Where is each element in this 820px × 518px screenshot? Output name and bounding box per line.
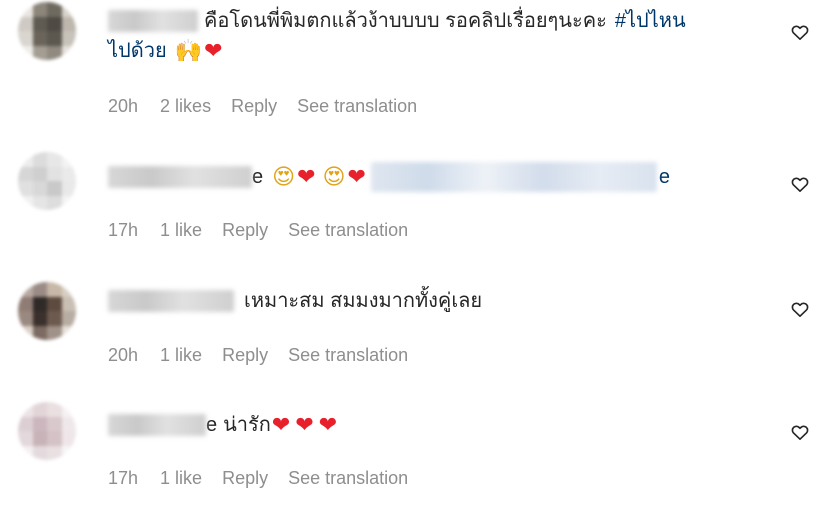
comment-meta: 17h 1 like Reply See translation <box>108 468 428 489</box>
see-translation-button[interactable]: See translation <box>297 96 417 117</box>
comment-body: เหมาะสม สมมงมากทั้งคู่เลย <box>244 290 483 312</box>
see-translation-button[interactable]: See translation <box>288 345 408 366</box>
comment-time[interactable]: 20h <box>108 96 138 117</box>
comment-time[interactable]: 20h <box>108 345 138 366</box>
like-count[interactable]: 1 like <box>160 468 202 489</box>
reply-button[interactable]: Reply <box>222 220 268 241</box>
username[interactable] <box>108 166 252 188</box>
red-heart-emoji: ❤ <box>271 412 291 437</box>
red-heart-emoji: ❤ <box>295 412 314 437</box>
comment-time[interactable]: 17h <box>108 468 138 489</box>
comment-body: น่ารัก <box>223 414 271 436</box>
see-translation-button[interactable]: See translation <box>288 468 408 489</box>
hands-raised-emoji: 🙌 <box>174 38 203 63</box>
comment-meta: 20h 1 like Reply See translation <box>108 345 428 366</box>
username[interactable] <box>108 414 206 436</box>
username-tail: e <box>252 166 264 188</box>
comment-text: คือโดนพี่พิมตกแล้วง้าบบบบ รอคลิปเรื่อยๆน… <box>108 8 686 34</box>
comments-panel: คือโดนพี่พิมตกแล้วง้าบบบบ รอคลิปเรื่อยๆน… <box>0 0 820 518</box>
comment-meta: 17h 1 like Reply See translation <box>108 220 428 241</box>
mention-link[interactable] <box>370 162 657 192</box>
reply-button[interactable]: Reply <box>231 96 277 117</box>
comment-text: เหมาะสม สมมงมากทั้งคู่เลย <box>108 288 482 314</box>
like-count[interactable]: 1 like <box>160 345 202 366</box>
heart-outline-icon[interactable] <box>790 174 810 194</box>
username[interactable] <box>108 10 198 32</box>
red-heart-emoji: ❤ <box>318 412 338 437</box>
comment-meta: 20h 2 likes Reply See translation <box>108 96 437 117</box>
like-count[interactable]: 1 like <box>160 220 202 241</box>
red-heart-emoji: ❤ <box>347 164 366 189</box>
see-translation-button[interactable]: See translation <box>288 220 408 241</box>
heart-outline-icon[interactable] <box>790 299 810 319</box>
red-heart-emoji: ❤ <box>297 164 316 189</box>
heart-outline-icon[interactable] <box>790 22 810 42</box>
reply-button[interactable]: Reply <box>222 468 268 489</box>
comment-text: e น่ารัก ❤ ❤ ❤ <box>108 412 338 438</box>
reply-button[interactable]: Reply <box>222 345 268 366</box>
avatar[interactable] <box>18 402 76 460</box>
heart-outline-icon[interactable] <box>790 422 810 442</box>
comment-text-line-2: ไปด้วย 🙌 ❤ <box>108 38 224 64</box>
username[interactable] <box>108 290 234 312</box>
mention-link-tail[interactable]: e <box>659 164 670 190</box>
comment-text: e 😍 ❤ 😍 ❤ e <box>108 162 670 192</box>
hashtag-link-continued[interactable]: ไปด้วย <box>108 38 167 64</box>
heart-eyes-emoji: 😍 <box>322 164 346 189</box>
hashtag-link[interactable]: #ไปไหน <box>615 8 686 34</box>
avatar[interactable] <box>18 282 76 340</box>
comment-time[interactable]: 17h <box>108 220 138 241</box>
like-count[interactable]: 2 likes <box>160 96 211 117</box>
comment-body: คือโดนพี่พิมตกแล้วง้าบบบบ รอคลิปเรื่อยๆน… <box>204 10 607 32</box>
avatar[interactable] <box>18 152 76 210</box>
red-heart-emoji: ❤ <box>204 38 223 63</box>
username-tail: e <box>206 414 218 436</box>
heart-eyes-emoji: 😍 <box>272 164 296 189</box>
avatar[interactable] <box>18 2 76 60</box>
